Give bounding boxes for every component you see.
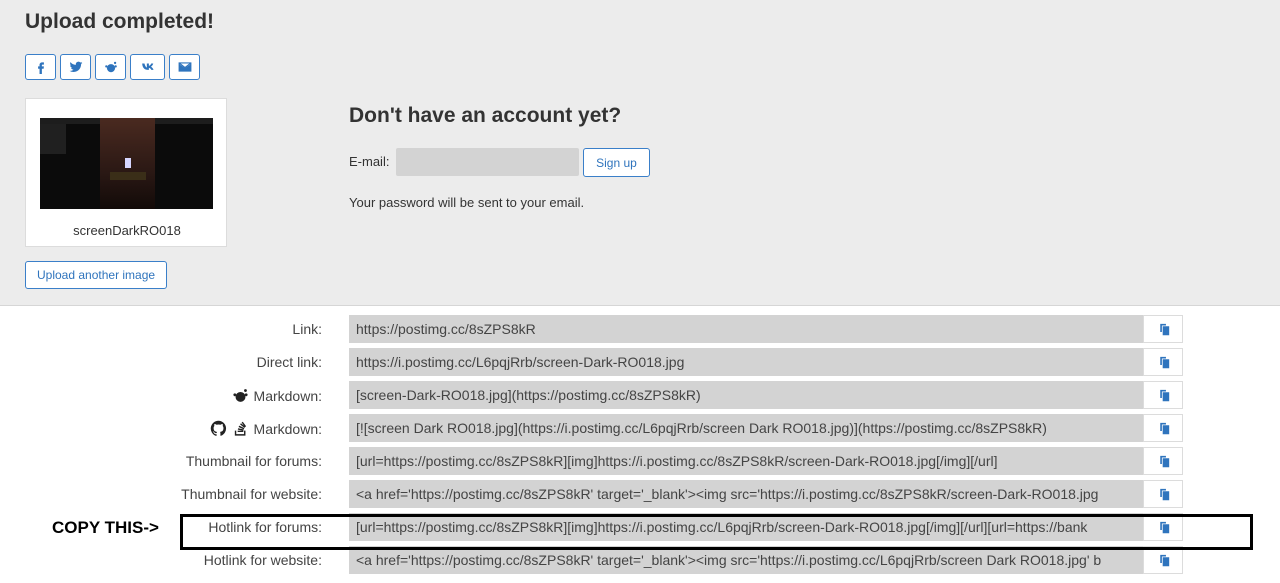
link-row: Link: https://postimg.cc/8sZPS8kR (0, 313, 1280, 343)
copy-icon (1159, 323, 1169, 335)
account-title: Don't have an account yet? (349, 104, 622, 127)
thumbnail-card[interactable]: screenDarkRO018 (25, 98, 227, 247)
link-label: Thumbnail for website: (181, 486, 322, 502)
link-row: Thumbnail for forums: [url=https://posti… (0, 445, 1280, 475)
vk-icon (141, 63, 154, 70)
copy-button[interactable] (1143, 315, 1183, 343)
twitter-icon (69, 61, 82, 73)
link-row: Direct link: https://i.postimg.cc/L6pqjR… (0, 346, 1280, 376)
link-field[interactable]: https://postimg.cc/8sZPS8kR (349, 315, 1144, 343)
thumbnail-filename: screenDarkRO018 (73, 223, 181, 238)
copy-button[interactable] (1143, 447, 1183, 475)
link-label: Markdown: (210, 420, 322, 437)
reddit-icon (104, 61, 117, 73)
thumbnail-image[interactable] (40, 118, 213, 209)
link-row: Thumbnail for website: <a href='https://… (0, 478, 1280, 508)
share-buttons (25, 54, 200, 80)
copy-icon (1159, 455, 1169, 467)
upload-result-panel: Upload completed! screenDarkRO018 Upload… (0, 0, 1280, 306)
highlight-box (180, 514, 1253, 550)
link-row: Markdown: [![screen Dark RO018.jpg](http… (0, 412, 1280, 442)
link-field[interactable]: [screen-Dark-RO018.jpg](https://postimg.… (349, 381, 1144, 409)
link-label-text: Hotlink for website: (203, 552, 322, 568)
link-label: Markdown: (232, 387, 322, 404)
vk-share-button[interactable] (130, 54, 165, 80)
sign-up-button[interactable]: Sign up (583, 148, 650, 177)
link-label-text: Direct link: (256, 354, 322, 370)
link-label: Link: (292, 321, 322, 337)
link-field[interactable]: <a href='https://postimg.cc/8sZPS8kR' ta… (349, 546, 1144, 574)
email-field[interactable] (396, 148, 579, 176)
copy-icon (1159, 356, 1169, 368)
link-label: Hotlink for website: (204, 552, 322, 568)
copy-icon (1159, 389, 1169, 401)
link-field[interactable]: [url=https://postimg.cc/8sZPS8kR][img]ht… (349, 447, 1144, 475)
copy-icon (1159, 422, 1169, 434)
upload-another-button[interactable]: Upload another image (25, 261, 168, 289)
link-field[interactable]: https://i.postimg.cc/L6pqjRrb/screen-Dar… (349, 348, 1144, 376)
reddit-share-button[interactable] (95, 54, 126, 80)
stackoverflow-icon (234, 421, 246, 436)
copy-button[interactable] (1143, 348, 1183, 376)
email-share-button[interactable] (169, 54, 200, 80)
link-label-text: Thumbnail for website: (181, 486, 322, 502)
copy-icon (1159, 488, 1169, 500)
facebook-share-button[interactable] (25, 54, 56, 80)
link-label: Thumbnail for forums: (186, 453, 322, 469)
copy-icon (1159, 554, 1169, 566)
github-icon (210, 420, 226, 436)
password-note: Your password will be sent to your email… (349, 195, 585, 210)
copy-button[interactable] (1143, 414, 1183, 442)
copy-button[interactable] (1143, 480, 1183, 508)
copy-button[interactable] (1143, 546, 1183, 574)
link-label-text: Markdown: (253, 420, 322, 437)
link-field[interactable]: <a href='https://postimg.cc/8sZPS8kR' ta… (349, 480, 1144, 508)
link-row: Markdown: [screen-Dark-RO018.jpg](https:… (0, 379, 1280, 409)
link-label: Direct link: (257, 354, 322, 370)
link-field[interactable]: [![screen Dark RO018.jpg](https://i.post… (349, 414, 1144, 442)
link-label-text: Markdown: (253, 387, 322, 404)
email-icon (178, 62, 191, 72)
link-label-text: Thumbnail for forums: (185, 453, 322, 469)
copy-button[interactable] (1143, 381, 1183, 409)
page-title: Upload completed! (25, 10, 215, 33)
reddit-icon (232, 389, 248, 402)
email-label: E-mail: (349, 154, 390, 169)
link-label-text: Link: (292, 321, 322, 337)
twitter-share-button[interactable] (60, 54, 91, 80)
copy-annotation: COPY THIS-> (52, 518, 159, 537)
facebook-icon (37, 62, 44, 74)
